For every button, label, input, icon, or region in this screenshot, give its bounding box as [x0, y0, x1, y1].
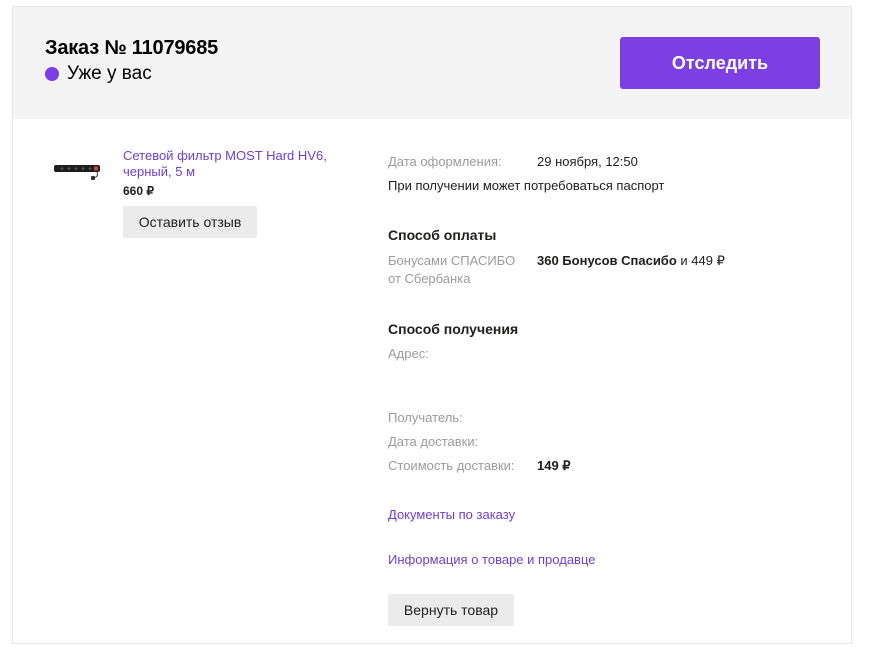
order-documents-link[interactable]: Документы по заказу	[388, 507, 515, 522]
payment-method-label: Бонусами СПАСИБО от Сбербанка	[388, 253, 516, 286]
leave-review-button[interactable]: Оставить отзыв	[123, 206, 257, 238]
track-button[interactable]: Отследить	[620, 37, 820, 89]
order-title: Заказ № 11079685	[45, 37, 219, 59]
order-status: Уже у вас	[45, 63, 152, 85]
order-date-label: Дата оформления:	[388, 154, 502, 169]
delivery-cost-label: Стоимость доставки:	[388, 458, 515, 473]
payment-bonus: 360 Бонусов Спасибо	[537, 253, 677, 268]
status-dot-icon	[45, 67, 59, 81]
status-text: Уже у вас	[67, 63, 152, 84]
payment-method-value: 360 Бонусов Спасибо и 449 ₽	[537, 252, 725, 270]
recipient-label: Получатель:	[388, 410, 463, 425]
return-item-button[interactable]: Вернуть товар	[388, 594, 514, 626]
payment-rest: 449 ₽	[691, 253, 725, 268]
order-header: Заказ № 11079685 Уже у вас Отследить	[13, 7, 851, 119]
delivery-date-label: Дата доставки:	[388, 434, 479, 449]
address-label: Адрес:	[388, 346, 429, 361]
product-seller-info-link[interactable]: Информация о товаре и продавце	[388, 552, 596, 567]
delivery-method-title: Способ получения	[388, 321, 519, 337]
product-price: 660 ₽	[123, 184, 154, 198]
payment-method-title: Способ оплаты	[388, 227, 497, 243]
order-card: Заказ № 11079685 Уже у вас Отследить Сет…	[12, 6, 852, 644]
power-strip-image[interactable]	[53, 159, 103, 189]
payment-and: и	[676, 253, 692, 268]
order-date-value: 29 ноября, 12:50	[537, 154, 638, 169]
passport-note: При получении может потребоваться паспор…	[388, 178, 665, 193]
product-link[interactable]: Сетевой фильтр MOST Hard HV6, черный, 5 …	[123, 148, 333, 180]
delivery-cost-value: 149 ₽	[537, 458, 571, 473]
